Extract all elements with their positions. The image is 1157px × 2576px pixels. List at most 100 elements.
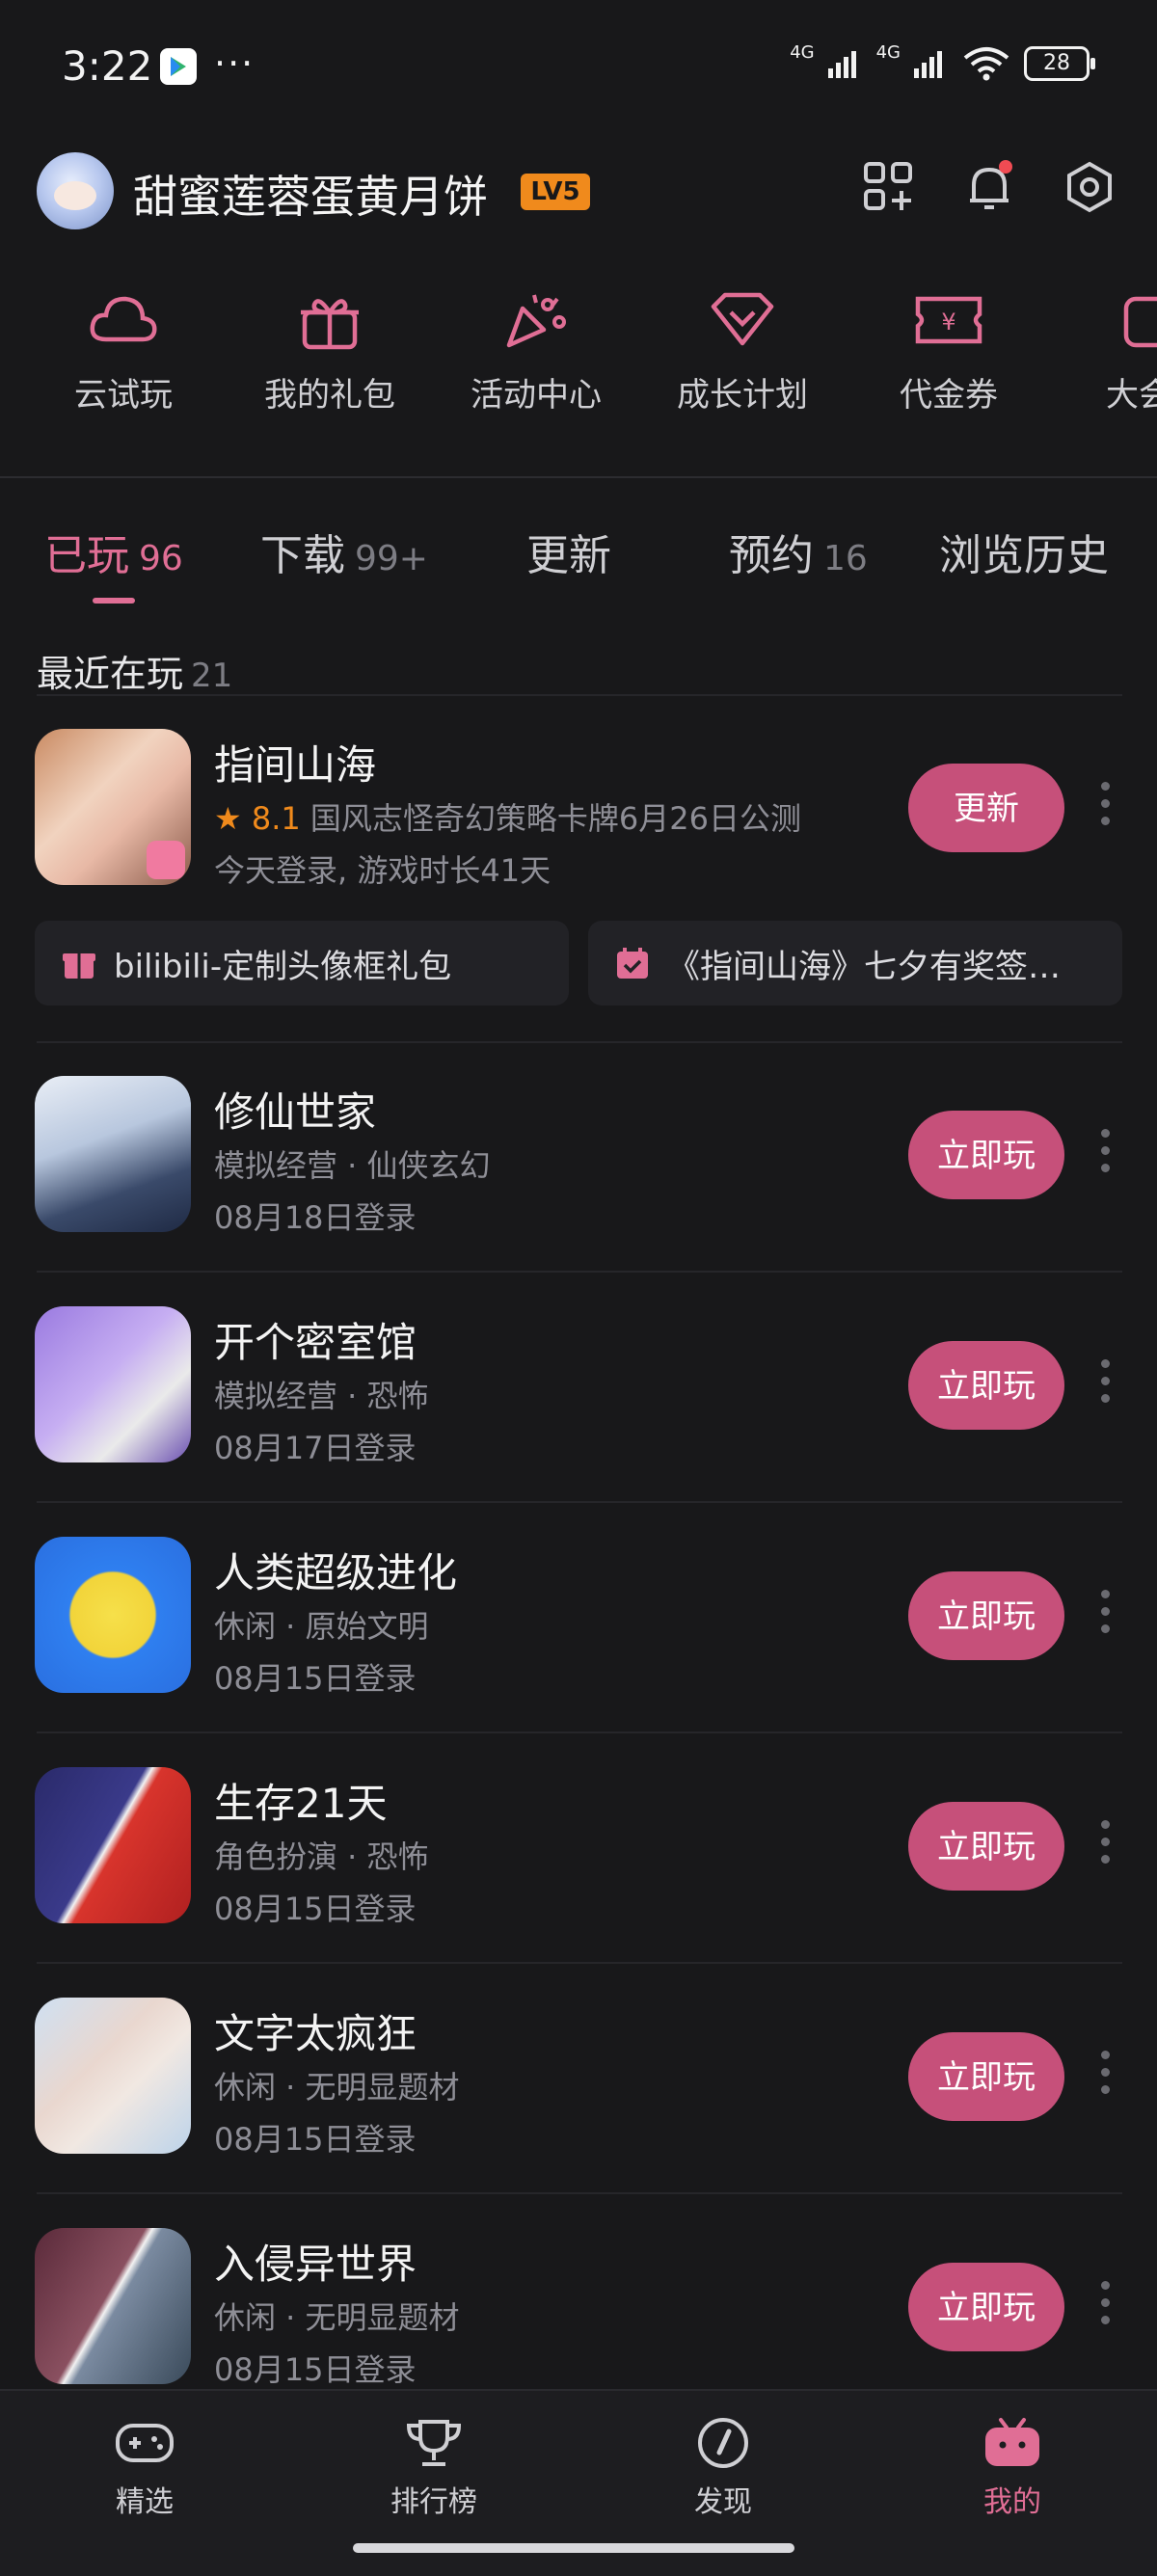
wifi-icon — [963, 47, 1009, 81]
shortcut-label: 大会员 — [1106, 376, 1157, 415]
gift-chip[interactable]: bilibili-定制头像框礼包 — [35, 921, 569, 1006]
event-chip[interactable]: 《指间山海》七夕有奖签… — [588, 921, 1122, 1006]
section-title-text: 最近在玩 — [37, 653, 184, 695]
game-row[interactable]: 修仙世家 模拟经营 · 仙侠玄幻 08月18日登录 立即玩 — [0, 1076, 1157, 1269]
settings-icon[interactable] — [1061, 158, 1118, 216]
game-description: 国风志怪奇幻策略卡牌6月26日公测 — [309, 800, 802, 837]
game-name: 文字太疯狂 — [214, 2010, 417, 2057]
tab-reservations[interactable]: 预约 16 — [729, 521, 868, 582]
header-divider — [0, 476, 1157, 478]
tab-count: 99+ — [355, 539, 428, 578]
gift-icon — [301, 299, 359, 350]
nav-featured[interactable]: 精选 — [48, 2416, 241, 2520]
more-options-icon[interactable] — [1093, 1583, 1117, 1650]
calendar-check-icon — [617, 948, 648, 979]
tab-label: 更新 — [526, 531, 611, 580]
username[interactable]: 甜蜜莲蓉蛋黄月饼 — [133, 162, 488, 226]
play-now-button[interactable]: 立即玩 — [908, 1341, 1064, 1430]
tab-played[interactable]: 已玩 96 — [44, 521, 183, 582]
more-options-icon[interactable] — [1093, 1813, 1117, 1881]
shortcut-vouchers[interactable]: ¥ 代金券 — [852, 289, 1045, 416]
more-options-icon[interactable] — [1093, 1122, 1117, 1190]
nav-mine[interactable]: 我的 — [916, 2416, 1109, 2520]
game-row[interactable]: 开个密室馆 模拟经营 · 恐怖 08月17日登录 立即玩 — [0, 1306, 1157, 1499]
svg-text:¥: ¥ — [941, 309, 955, 335]
shortcut-vip[interactable]: 大会员 — [1059, 289, 1157, 416]
game-icon[interactable] — [35, 1076, 191, 1232]
game-tags: 角色扮演 · 恐怖 — [214, 1838, 429, 1875]
game-icon[interactable] — [35, 2228, 191, 2384]
tab-updates[interactable]: 更新 — [526, 521, 611, 582]
shortcut-events[interactable]: 活动中心 — [440, 289, 632, 416]
shortcut-growth-plan[interactable]: 成长计划 — [646, 289, 839, 416]
more-options-icon[interactable] — [1093, 2044, 1117, 2111]
signal-icon — [914, 51, 942, 78]
party-popper-icon — [506, 294, 566, 348]
update-button[interactable]: 更新 — [908, 764, 1064, 852]
game-last-login: 08月15日登录 — [214, 2351, 417, 2388]
profile-header: 甜蜜莲蓉蛋黄月饼 LV5 — [0, 145, 1157, 241]
status-bar: 3:22 ··· 4G 4G 28 — [0, 0, 1157, 135]
star-icon: ★ — [214, 800, 242, 837]
game-icon[interactable] — [35, 1306, 191, 1462]
active-tab-indicator — [93, 598, 135, 604]
voucher-icon: ¥ — [915, 296, 982, 344]
tab-history[interactable]: 浏览历史 — [939, 521, 1109, 582]
play-store-icon — [160, 48, 197, 85]
game-tags: 模拟经营 · 仙侠玄幻 — [214, 1147, 491, 1184]
status-more-dots: ··· — [214, 42, 256, 85]
game-name: 入侵异世界 — [214, 2241, 417, 2288]
tab-label: 浏览历史 — [939, 531, 1109, 580]
game-name: 开个密室馆 — [214, 1319, 417, 1366]
event-chip-label: 《指间山海》七夕有奖签… — [667, 947, 1061, 986]
network-label-2: 4G — [875, 41, 901, 63]
tab-downloads[interactable]: 下载 99+ — [260, 521, 428, 582]
play-now-button[interactable]: 立即玩 — [908, 1802, 1064, 1891]
game-playtime: 今天登录, 游戏时长41天 — [214, 852, 552, 889]
shortcut-row: 云试玩 我的礼包 活动中心 成长计划 ¥ 代金券 大会员 — [0, 289, 1157, 453]
more-options-icon[interactable] — [1093, 2274, 1117, 2342]
shortcut-label: 活动中心 — [471, 376, 602, 415]
section-title: 最近在玩 21 — [37, 644, 232, 697]
game-last-login: 08月17日登录 — [214, 1430, 417, 1466]
play-now-button[interactable]: 立即玩 — [908, 1571, 1064, 1660]
more-options-icon[interactable] — [1093, 1353, 1117, 1420]
tab-count: 96 — [139, 539, 183, 578]
game-last-login: 08月15日登录 — [214, 1891, 417, 1927]
row-divider — [37, 2192, 1122, 2194]
play-now-button[interactable]: 立即玩 — [908, 2032, 1064, 2121]
game-icon[interactable] — [35, 1767, 191, 1923]
game-row[interactable]: 文字太疯狂 休闲 · 无明显题材 08月15日登录 立即玩 — [0, 1998, 1157, 2190]
game-row[interactable]: 人类超级进化 休闲 · 原始文明 08月15日登录 立即玩 — [0, 1537, 1157, 1730]
nav-discover[interactable]: 发现 — [627, 2416, 820, 2520]
notification-dot — [999, 160, 1012, 174]
game-icon[interactable] — [35, 1998, 191, 2154]
game-row[interactable]: 生存21天 角色扮演 · 恐怖 08月15日登录 立即玩 — [0, 1767, 1157, 1960]
avatar[interactable] — [37, 152, 114, 229]
battery-indicator: 28 — [1024, 46, 1095, 81]
more-options-icon[interactable] — [1093, 775, 1117, 843]
play-now-button[interactable]: 立即玩 — [908, 2263, 1064, 2351]
status-time: 3:22 — [62, 42, 153, 90]
heart-diamond-icon — [711, 292, 774, 346]
tab-count: 16 — [823, 539, 868, 578]
game-last-login: 08月18日登录 — [214, 1199, 417, 1236]
home-indicator[interactable] — [353, 2543, 794, 2553]
shortcut-my-gifts[interactable]: 我的礼包 — [233, 289, 426, 416]
nav-label: 发现 — [694, 2485, 752, 2519]
game-icon[interactable] — [35, 729, 191, 885]
game-row-featured[interactable]: 指间山海 ★ 8.1 国风志怪奇幻策略卡牌6月26日公测 今天登录, 游戏时长4… — [0, 729, 1157, 922]
apps-grid-icon[interactable] — [860, 158, 918, 216]
nav-label: 我的 — [983, 2485, 1041, 2519]
game-icon[interactable] — [35, 1537, 191, 1693]
shortcut-cloud-play[interactable]: 云试玩 — [27, 289, 220, 416]
play-now-button[interactable]: 立即玩 — [908, 1111, 1064, 1199]
game-name: 修仙世家 — [214, 1088, 377, 1136]
bilibili-tv-icon — [985, 2418, 1039, 2466]
shortcut-label: 代金券 — [900, 376, 998, 415]
tab-label: 已玩 — [44, 531, 129, 580]
section-count: 21 — [191, 657, 233, 695]
bell-icon[interactable] — [960, 158, 1018, 216]
game-name: 指间山海 — [214, 741, 377, 789]
nav-rankings[interactable]: 排行榜 — [337, 2416, 530, 2520]
